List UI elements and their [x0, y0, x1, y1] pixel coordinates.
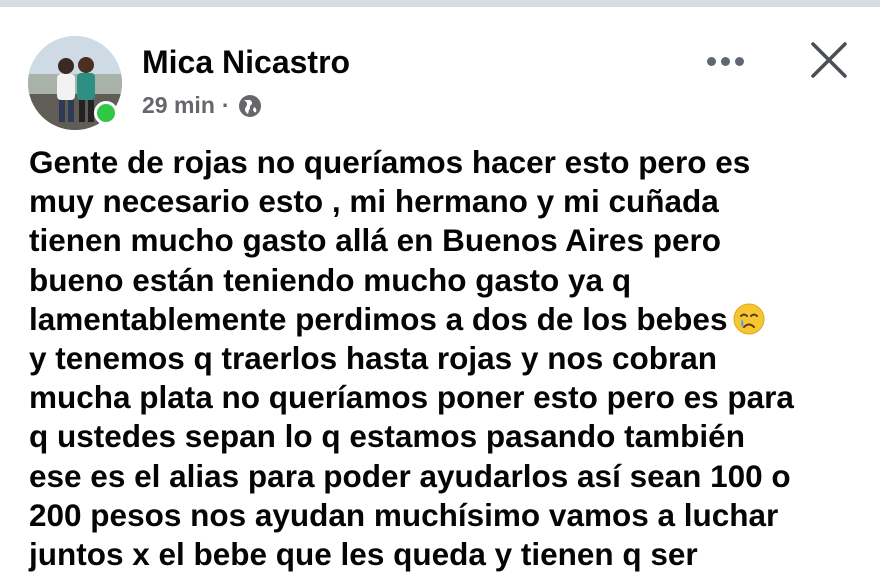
post-text-line: juntos x el bebe que les queda y tienen … — [29, 535, 698, 572]
meta-separator: · — [221, 92, 230, 118]
close-icon — [811, 42, 847, 78]
more-options-button[interactable] — [700, 44, 750, 78]
post-text-line: muy necesario esto , mi hermano y mi cuñ… — [29, 183, 719, 220]
post-text-line: mucha plata no queríamos poner esto pero… — [29, 379, 794, 416]
post-text-line: y tenemos q traerlos hasta rojas y nos c… — [29, 339, 717, 376]
post-meta: 29 min · — [142, 92, 263, 119]
post-text-line: 200 pesos nos ayudan muchísimo vamos a l… — [29, 496, 779, 533]
author-name[interactable]: Mica Nicastro — [142, 44, 350, 81]
post-text-line: ese es el alias para poder ayudarlos así… — [29, 457, 791, 494]
post-text-line: tienen mucho gasto allá en Buenos Aires … — [29, 222, 721, 259]
crying-face-emoji-icon — [733, 303, 765, 335]
post-text-line: Gente de rojas no queríamos hacer esto p… — [29, 144, 751, 180]
more-dots-icon — [706, 56, 716, 66]
post-text-line: bueno están teniendo mucho gasto ya q — [29, 261, 632, 298]
online-status-indicator — [94, 101, 118, 125]
post-header: Mica Nicastro 29 min · — [0, 0, 880, 140]
post-text-line: lamentablemente perdimos a dos de los be… — [29, 300, 869, 339]
post-text-line: q ustedes sepan lo q estamos pasando tam… — [29, 418, 745, 455]
post-time[interactable]: 29 min — [142, 92, 215, 119]
globe-icon[interactable] — [237, 93, 263, 119]
post-text: Gente de rojas no queríamos hacer esto p… — [29, 143, 869, 574]
close-button[interactable] — [806, 37, 852, 83]
